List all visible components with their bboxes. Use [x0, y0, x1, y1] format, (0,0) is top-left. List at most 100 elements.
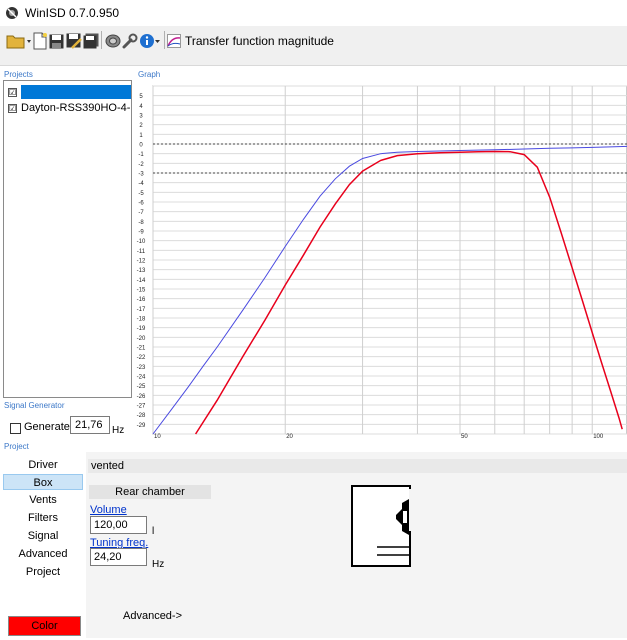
save-as-button[interactable] — [65, 30, 82, 52]
y-tick-label: -12 — [137, 259, 146, 265]
save-button[interactable] — [48, 30, 64, 52]
projects-label: Projects — [4, 70, 33, 79]
project-item[interactable]: ☑ Dayton-RSS390HO-4-BR — [4, 100, 131, 116]
nav-item-signal[interactable]: Signal — [3, 528, 83, 544]
y-tick-label: -6 — [138, 201, 144, 207]
y-tick-label: -21 — [137, 346, 146, 352]
y-tick-label: 1 — [139, 133, 143, 139]
x-tick-label: 10 — [154, 434, 161, 440]
signal-generator-label: Signal Generator — [4, 401, 65, 410]
generate-label: Generate — [24, 421, 70, 433]
transfer-function-chart[interactable]: 543210-1-2-3-4-5-6-7-8-9-10-11-12-13-14-… — [133, 80, 627, 440]
y-tick-label: -9 — [138, 230, 144, 236]
y-tick-label: -18 — [137, 317, 146, 323]
project-nav: Driver Box Vents Filters Signal Advanced… — [3, 452, 83, 638]
title-bar: WinISD 0.7.0.950 — [0, 0, 627, 26]
y-tick-label: -5 — [138, 191, 144, 197]
y-tick-label: -17 — [137, 307, 146, 313]
open-project-button[interactable] — [6, 30, 32, 52]
y-tick-label: -8 — [138, 220, 144, 226]
nav-item-advanced[interactable]: Advanced — [3, 546, 83, 562]
window-title: WinISD 0.7.0.950 — [25, 6, 120, 20]
y-tick-label: -7 — [138, 210, 144, 216]
project-item[interactable]: ☑ — [4, 84, 131, 100]
y-tick-label: -29 — [137, 423, 146, 429]
generate-checkbox[interactable] — [10, 423, 21, 434]
y-tick-label: -23 — [137, 365, 146, 371]
x-tick-label: 100 — [593, 434, 604, 440]
y-tick-label: -20 — [137, 336, 146, 342]
nav-item-vents[interactable]: Vents — [3, 492, 83, 508]
nav-item-filters[interactable]: Filters — [3, 510, 83, 526]
y-tick-label: 3 — [139, 114, 143, 120]
x-tick-label: 20 — [286, 434, 293, 440]
y-tick-label: -24 — [137, 375, 146, 381]
save-all-button[interactable] — [82, 30, 99, 52]
driver-editor-button[interactable] — [104, 30, 121, 52]
tuning-freq-unit: Hz — [152, 559, 165, 570]
graph-type-button[interactable]: Transfer function magnitude — [167, 30, 334, 52]
save-icon — [49, 34, 63, 48]
y-tick-label: -10 — [137, 239, 146, 245]
project-panel-label: Project — [4, 442, 29, 451]
volume-unit: l — [152, 526, 155, 537]
y-tick-label: -22 — [137, 355, 146, 361]
y-tick-label: -2 — [138, 162, 144, 168]
projects-list: ☑ ☑ Dayton-RSS390HO-4-BR — [3, 80, 132, 398]
project-checkbox[interactable]: ☑ — [8, 87, 17, 97]
y-tick-label: 4 — [139, 104, 143, 110]
about-button[interactable] — [138, 30, 162, 52]
x-tick-label: 50 — [461, 434, 468, 440]
winisd-logo-icon — [6, 7, 18, 19]
wrench-icon — [122, 33, 137, 49]
toolbar: Transfer function magnitude — [0, 26, 627, 66]
box-diagram — [351, 485, 413, 567]
y-tick-label: -25 — [137, 384, 146, 390]
nav-item-box[interactable]: Box — [3, 474, 83, 490]
driver-icon — [105, 34, 120, 48]
y-tick-label: -11 — [137, 249, 146, 255]
y-tick-label: 0 — [139, 143, 143, 149]
save-as-icon — [66, 33, 82, 49]
volume-label[interactable]: Volume — [90, 504, 127, 516]
project-panel: Driver Box Vents Filters Signal Advanced… — [0, 452, 627, 640]
y-tick-label: -19 — [137, 326, 146, 332]
signal-frequency-unit: Hz — [112, 425, 125, 436]
signal-frequency-input[interactable] — [70, 416, 110, 434]
save-all-icon — [83, 33, 98, 49]
box-settings: vented Rear chamber Volume l Tuning freq… — [86, 452, 627, 638]
y-tick-label: -4 — [138, 181, 144, 187]
y-tick-label: 2 — [139, 123, 143, 129]
rear-chamber-header: Rear chamber — [89, 485, 211, 499]
project-selection-highlight — [21, 85, 131, 99]
tuning-freq-input[interactable] — [90, 548, 147, 566]
y-tick-label: -27 — [137, 404, 146, 410]
y-tick-label: -1 — [138, 152, 144, 158]
project-checkbox[interactable]: ☑ — [8, 103, 17, 113]
y-tick-label: -16 — [137, 297, 146, 303]
box-opening — [409, 489, 413, 531]
box-type-label: vented — [88, 459, 627, 473]
signal-generator: Generate Hz — [0, 416, 133, 438]
volume-input[interactable] — [90, 516, 147, 534]
y-tick-label: 5 — [139, 94, 143, 100]
nav-item-driver[interactable]: Driver — [3, 457, 83, 473]
y-tick-label: -3 — [138, 172, 144, 178]
graph-panel: 5 4 3 2 1 0 -1 -2 -3 -4 -5 -6 -7 -8 -9 -10 -11 -12 -13 -14-… — [133, 80, 627, 440]
graph-label: Graph — [138, 70, 161, 79]
folder-open-icon — [6, 35, 31, 49]
color-button[interactable]: Color — [8, 616, 81, 636]
info-icon — [140, 34, 160, 48]
nav-item-project[interactable]: Project — [3, 564, 83, 580]
project-name: Dayton-RSS390HO-4-BR — [21, 102, 131, 114]
new-project-button[interactable] — [32, 30, 48, 52]
y-tick-label: -14 — [137, 278, 146, 284]
y-tick-label: -26 — [137, 394, 146, 400]
graph-type-label: Transfer function magnitude — [185, 34, 334, 48]
y-tick-label: -28 — [137, 413, 146, 419]
graph-icon — [167, 34, 181, 48]
new-document-icon — [33, 32, 47, 50]
advanced-box-link[interactable]: Advanced-> — [123, 610, 182, 622]
tools-button[interactable] — [121, 30, 138, 52]
y-tick-label: -15 — [137, 288, 146, 294]
